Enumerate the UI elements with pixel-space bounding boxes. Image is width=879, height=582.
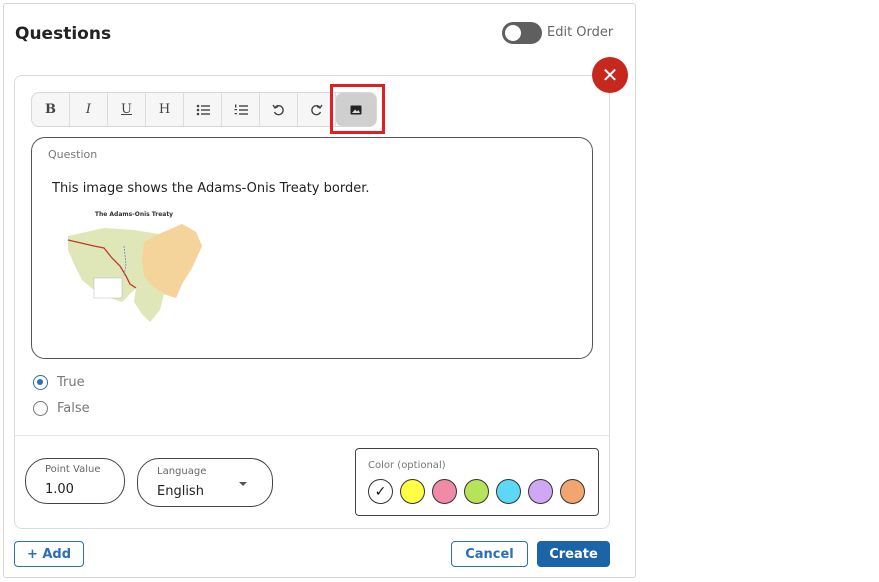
color-swatches: ✓ (368, 479, 585, 504)
answer-false-label: False (57, 401, 90, 416)
swatch-cyan[interactable] (496, 479, 521, 504)
question-editor[interactable]: Question This image shows the Adams-Onis… (31, 137, 593, 359)
language-label: Language (157, 466, 207, 477)
edit-order-toggle[interactable] (502, 22, 542, 44)
edit-order-label: Edit Order (547, 25, 614, 40)
radio-false[interactable] (33, 401, 48, 416)
swatch-pink[interactable] (432, 479, 457, 504)
swatch-yellow[interactable] (400, 479, 425, 504)
redo-icon (311, 104, 323, 116)
language-select[interactable]: Language English (137, 458, 273, 507)
create-button[interactable]: Create (537, 541, 610, 567)
answer-true-label: True (57, 375, 85, 390)
answer-false[interactable]: False (33, 401, 90, 416)
swatch-purple[interactable] (528, 479, 553, 504)
toggle-knob (505, 25, 521, 41)
question-label: Question (48, 148, 98, 161)
close-button[interactable]: ✕ (592, 57, 628, 93)
undo-icon (272, 104, 284, 116)
color-picker: Color (optional) ✓ (355, 448, 599, 516)
heading-label: H (158, 102, 171, 117)
color-label: Color (optional) (368, 460, 446, 471)
image-button-highlight (330, 84, 385, 134)
swatch-white[interactable]: ✓ (368, 479, 393, 504)
undo-button[interactable] (260, 93, 298, 126)
swatch-orange[interactable] (560, 479, 585, 504)
map-title: The Adams-Onis Treaty (95, 211, 173, 218)
radio-true[interactable] (33, 375, 48, 390)
editor-toolbar: B I U H (31, 92, 377, 127)
close-icon: ✕ (601, 63, 619, 87)
bullet-list-icon (196, 104, 210, 115)
point-value-input[interactable]: 1.00 (45, 482, 74, 497)
numbered-list-icon (234, 104, 248, 115)
bold-button[interactable]: B (32, 93, 70, 126)
numbered-list-button[interactable] (222, 93, 260, 126)
underline-label: U (121, 102, 132, 117)
point-value-label: Point Value (45, 464, 101, 475)
point-value-field[interactable]: Point Value 1.00 (25, 458, 125, 504)
answer-true[interactable]: True (33, 375, 85, 390)
adams-onis-map-image[interactable]: The Adams-Onis Treaty (64, 206, 204, 324)
bullet-list-button[interactable] (184, 93, 222, 126)
bold-label: B (45, 102, 56, 117)
language-value: English (157, 484, 204, 499)
heading-button[interactable]: H (146, 93, 184, 126)
add-button[interactable]: + Add (14, 541, 84, 567)
chevron-down-icon (239, 482, 247, 486)
divider (15, 435, 609, 436)
cancel-button[interactable]: Cancel (451, 541, 528, 567)
check-icon: ✓ (374, 483, 387, 500)
italic-button[interactable]: I (70, 93, 108, 126)
question-text: This image shows the Adams-Onis Treaty b… (52, 181, 370, 196)
underline-button[interactable]: U (108, 93, 146, 126)
page-title: Questions (15, 24, 112, 44)
italic-label: I (85, 102, 92, 117)
swatch-green[interactable] (464, 479, 489, 504)
